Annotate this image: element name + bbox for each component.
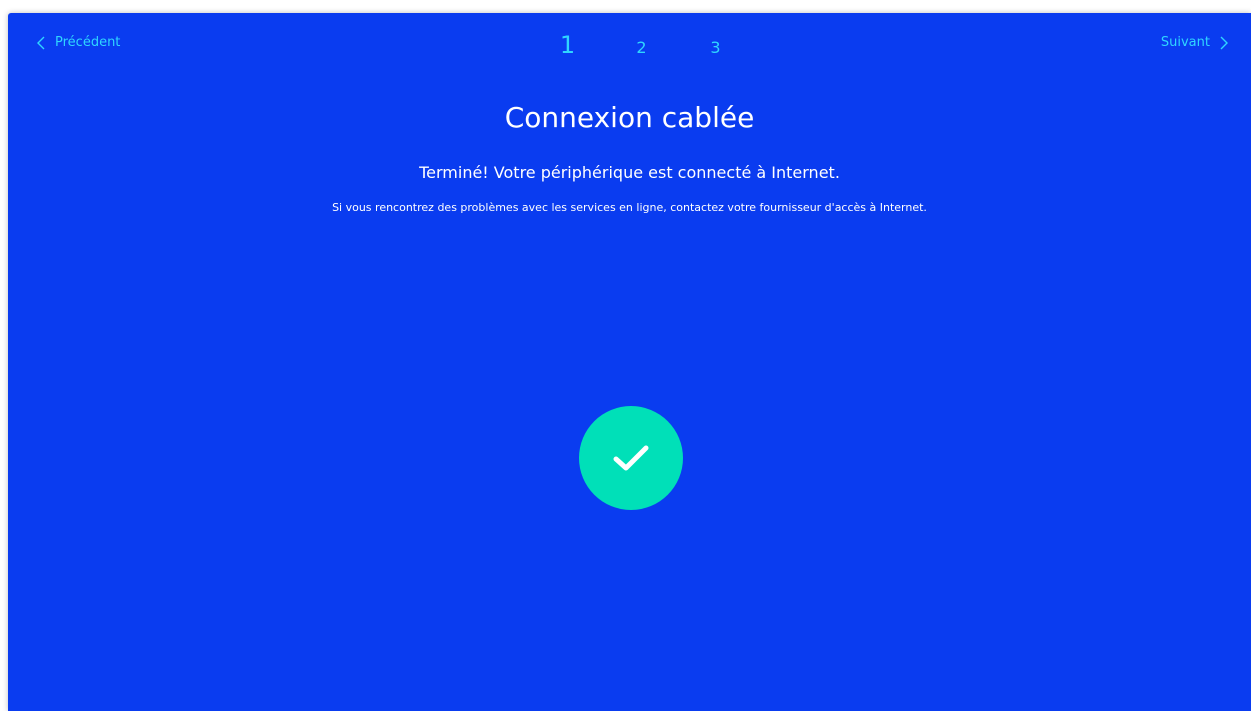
step-1: 1: [559, 31, 576, 59]
step-2: 2: [636, 38, 647, 57]
next-button[interactable]: Suivant: [1161, 35, 1229, 50]
step-indicator: 1 2 3: [8, 31, 1251, 59]
step-3: 3: [710, 38, 721, 57]
next-label: Suivant: [1160, 35, 1210, 50]
status-message: Terminé! Votre périphérique est connecté…: [419, 163, 840, 182]
success-badge: [579, 406, 683, 510]
page-title: Connexion cablée: [504, 101, 755, 134]
help-note: Si vous rencontrez des problèmes avec le…: [332, 201, 927, 214]
chevron-right-icon: [1220, 36, 1228, 49]
checkmark-icon: [613, 445, 649, 471]
setup-screen: Précédent 1 2 3 Suivant Connexion cablée…: [8, 13, 1251, 711]
